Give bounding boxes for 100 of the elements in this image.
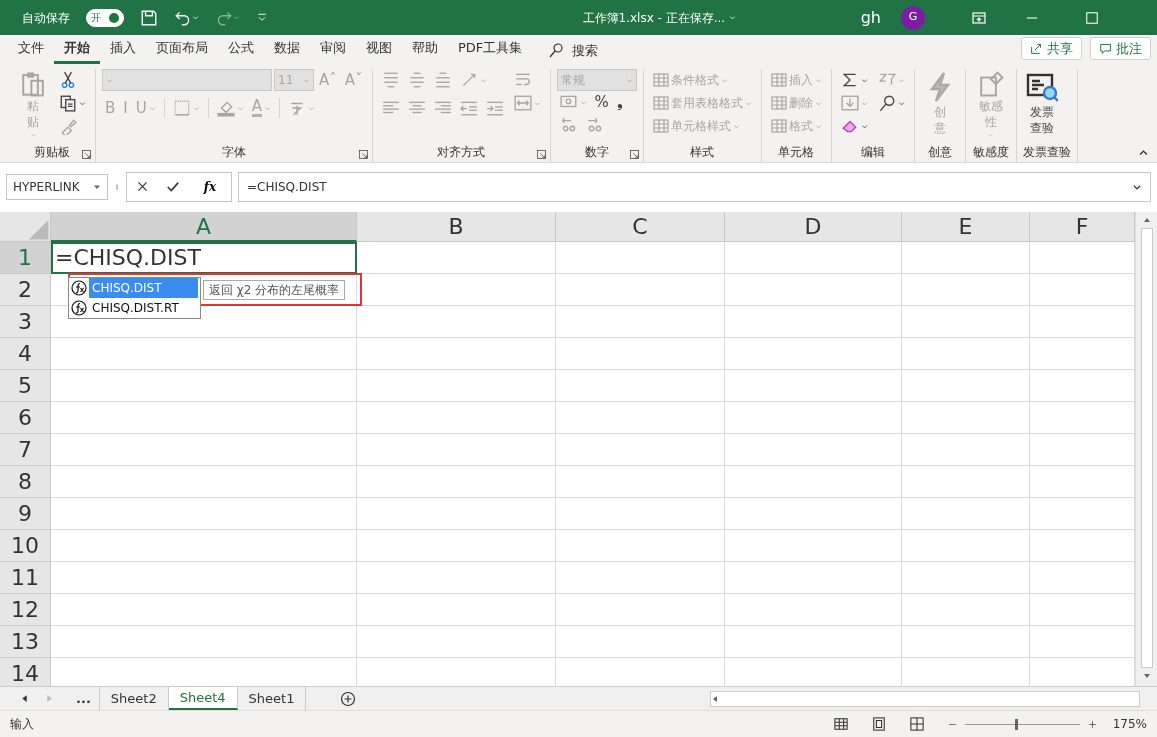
grid-cell[interactable] <box>902 594 1030 626</box>
column-header[interactable]: B <box>357 212 556 242</box>
grid-cell[interactable] <box>902 274 1030 306</box>
grid-cell[interactable] <box>556 562 725 594</box>
ribbon-tab[interactable]: 文件 <box>8 33 54 64</box>
column-header[interactable]: A <box>51 212 357 242</box>
collapse-ribbon-icon[interactable] <box>1138 147 1149 158</box>
customize-icon[interactable] <box>256 11 268 24</box>
grid-cell[interactable] <box>725 498 902 530</box>
row-header[interactable]: 1 <box>0 242 51 274</box>
grid-cell[interactable] <box>556 626 725 658</box>
grid-cell[interactable] <box>556 466 725 498</box>
formula-field[interactable]: =CHISQ.DIST <box>238 171 1151 202</box>
grid-cell[interactable] <box>51 530 357 562</box>
grid-cell[interactable] <box>556 338 725 370</box>
previous-sheet-icon[interactable] <box>20 694 29 703</box>
row-header[interactable]: 5 <box>0 370 51 402</box>
grid-cell[interactable] <box>51 434 357 466</box>
row-header[interactable]: 12 <box>0 594 51 626</box>
grid-cell[interactable] <box>902 530 1030 562</box>
grid-cell[interactable] <box>357 626 556 658</box>
grid-cell[interactable] <box>556 530 725 562</box>
row-header[interactable]: 6 <box>0 402 51 434</box>
dialog-launcher-icon[interactable] <box>82 150 91 159</box>
row-header[interactable]: 7 <box>0 434 51 466</box>
row-header[interactable]: 3 <box>0 306 51 338</box>
grid-cell[interactable] <box>725 402 902 434</box>
row-header[interactable]: 13 <box>0 626 51 658</box>
grid-cell[interactable] <box>357 562 556 594</box>
grid-cell[interactable] <box>556 306 725 338</box>
grid-cell[interactable] <box>357 402 556 434</box>
grid-cell[interactable] <box>902 626 1030 658</box>
vertical-scrollbar[interactable] <box>1135 212 1157 686</box>
grid-cell[interactable] <box>902 562 1030 594</box>
grid-cell[interactable] <box>51 498 357 530</box>
row-header[interactable]: 14 <box>0 658 51 686</box>
row-header[interactable]: 11 <box>0 562 51 594</box>
grid-cell[interactable] <box>357 370 556 402</box>
grid-cell[interactable] <box>556 242 725 274</box>
grid-cell[interactable] <box>902 370 1030 402</box>
grid-cell[interactable] <box>357 594 556 626</box>
save-icon[interactable] <box>140 8 158 27</box>
ribbon-tab[interactable]: PDF工具集 <box>448 33 533 64</box>
grid-cell[interactable] <box>51 338 357 370</box>
maximize-icon[interactable] <box>1085 10 1099 25</box>
grid-cell[interactable] <box>51 466 357 498</box>
autosave-toggle[interactable]: 开 <box>86 8 124 27</box>
grid-cell[interactable] <box>357 434 556 466</box>
grid-cell[interactable] <box>725 466 902 498</box>
grid-cell[interactable] <box>556 402 725 434</box>
ribbon-button[interactable]: ❟ <box>613 91 626 113</box>
grid-cell[interactable] <box>51 562 357 594</box>
ribbon-button[interactable]: % <box>591 91 612 113</box>
dialog-launcher-icon[interactable] <box>536 150 546 159</box>
comments-button[interactable]: 批注 <box>1090 36 1151 60</box>
ribbon-button[interactable]: 发票查验 <box>1022 69 1061 139</box>
grid-cell[interactable] <box>725 242 902 274</box>
ribbon-tab[interactable]: 数据 <box>264 33 310 64</box>
ribbon-tab[interactable]: 页面布局 <box>146 33 218 64</box>
grid-cell[interactable] <box>725 594 902 626</box>
next-sheet-icon[interactable] <box>45 694 54 703</box>
horizontal-scrollbar[interactable] <box>710 690 1140 707</box>
name-box[interactable]: HYPERLINK <box>6 173 108 200</box>
cancel-icon[interactable] <box>135 180 149 193</box>
ribbon-tab[interactable]: 审阅 <box>310 33 356 64</box>
share-button[interactable]: 共享 <box>1021 36 1082 60</box>
grid-cell[interactable] <box>51 402 357 434</box>
grid-cell[interactable] <box>902 306 1030 338</box>
grid-cell[interactable] <box>357 306 556 338</box>
ribbon-tab[interactable]: 帮助 <box>402 33 448 64</box>
grid-cell[interactable] <box>556 274 725 306</box>
grid-cell[interactable] <box>556 498 725 530</box>
zoom-in-icon[interactable] <box>1087 719 1097 729</box>
row-header[interactable]: 9 <box>0 498 51 530</box>
user-avatar[interactable]: G <box>901 5 925 30</box>
insert-function-button[interactable]: fx <box>197 176 223 197</box>
ribbon-tab[interactable]: 视图 <box>356 33 402 64</box>
scroll-up-icon[interactable] <box>1142 216 1151 224</box>
grid-cell[interactable] <box>556 594 725 626</box>
grid-cell[interactable] <box>725 530 902 562</box>
column-header[interactable]: F <box>1030 212 1135 242</box>
grid-cell[interactable] <box>725 434 902 466</box>
column-header[interactable]: C <box>556 212 725 242</box>
normal-view-icon[interactable] <box>833 717 848 731</box>
grid-cell[interactable] <box>51 626 357 658</box>
grid-cell[interactable] <box>725 338 902 370</box>
ribbon-tab[interactable]: 插入 <box>100 33 146 64</box>
check-icon[interactable] <box>166 179 181 194</box>
grid-cell[interactable] <box>357 338 556 370</box>
page-break-icon[interactable] <box>909 717 924 731</box>
ribbon-tab[interactable]: 公式 <box>218 33 264 64</box>
grid-cell[interactable] <box>725 562 902 594</box>
scroll-down-icon[interactable] <box>1142 672 1151 680</box>
grid-cell[interactable] <box>357 530 556 562</box>
page-layout-icon[interactable] <box>871 717 886 731</box>
grid-cell[interactable] <box>902 338 1030 370</box>
row-header[interactable]: 8 <box>0 466 51 498</box>
sheet-tab[interactable]: Sheet4 <box>168 687 238 710</box>
add-sheet-icon[interactable] <box>340 690 357 707</box>
grid-cell[interactable] <box>902 466 1030 498</box>
